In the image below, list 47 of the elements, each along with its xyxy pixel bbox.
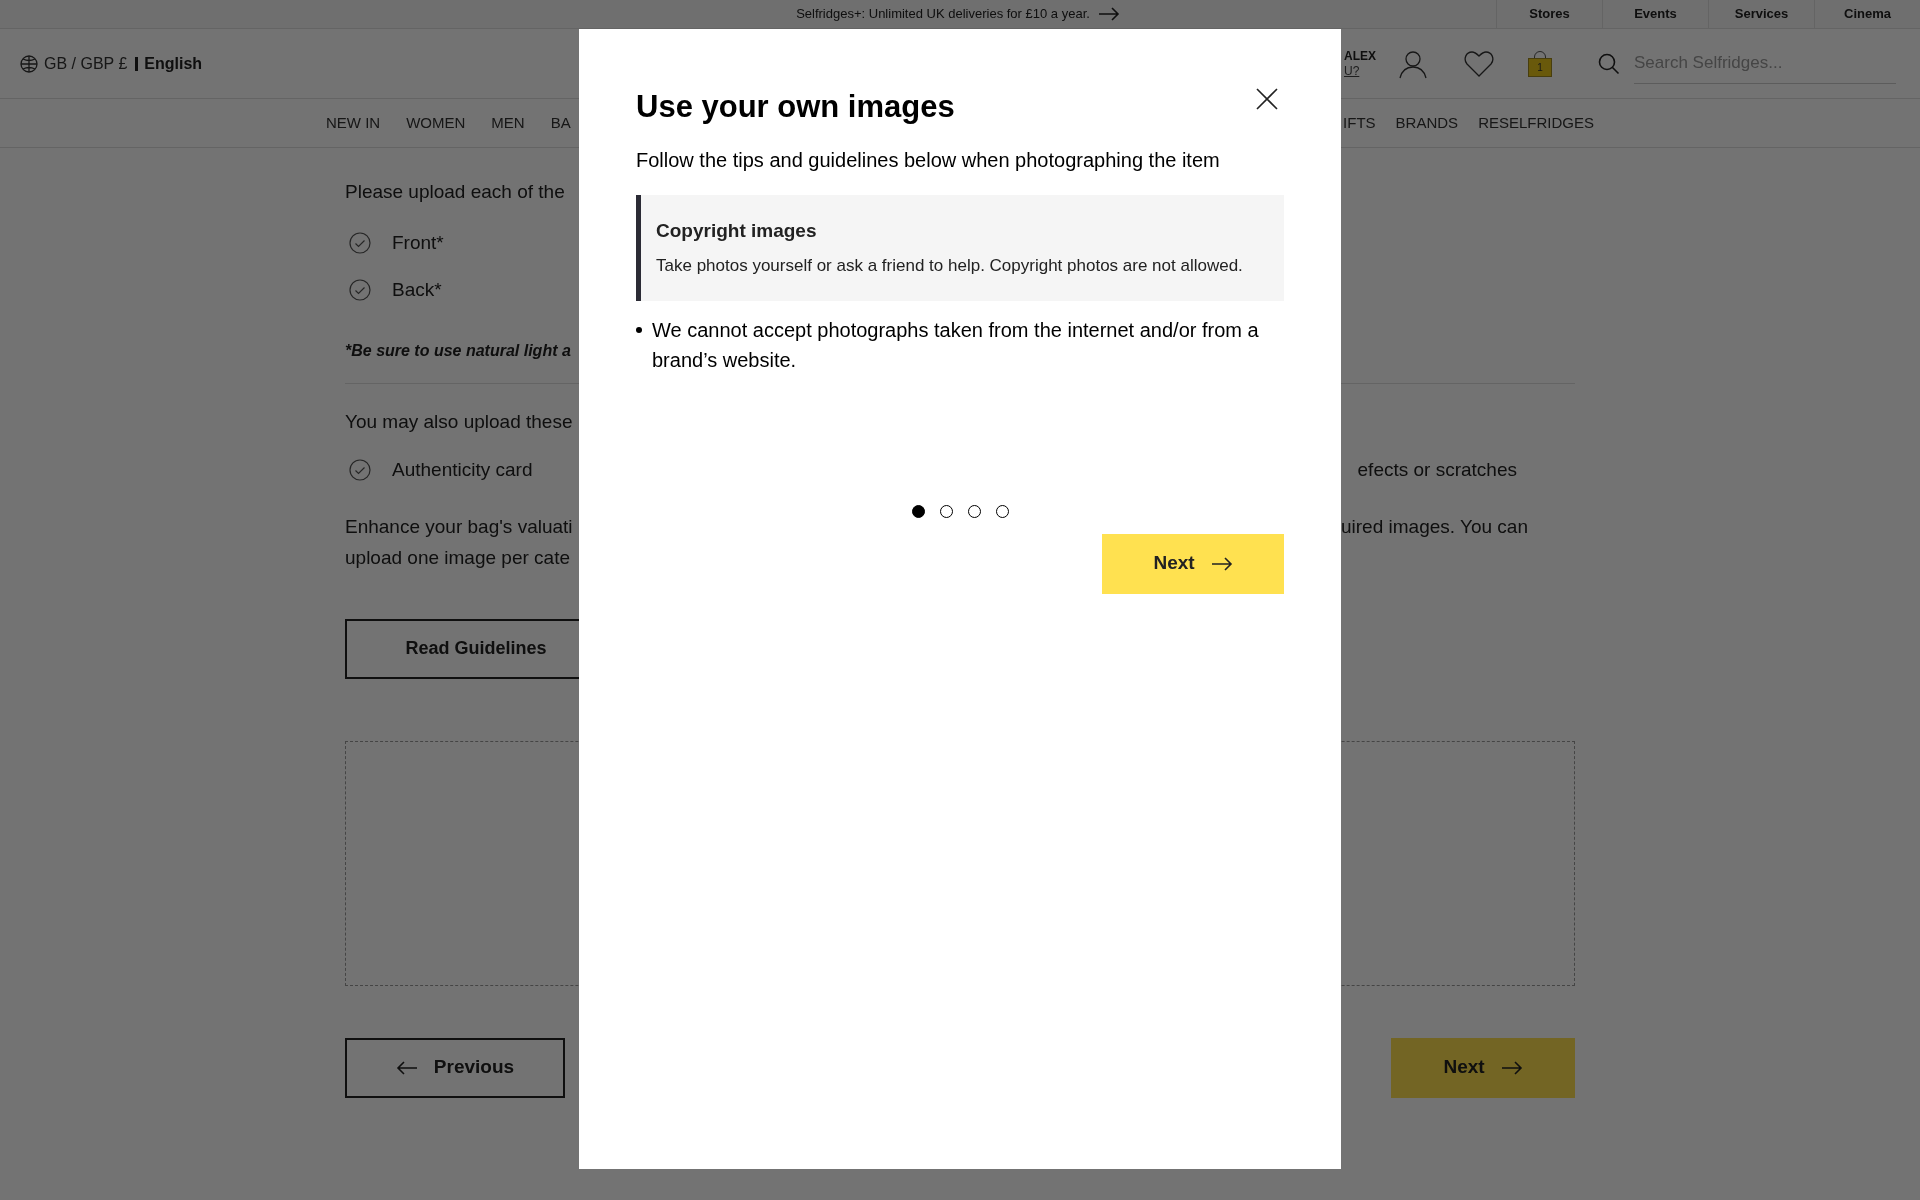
nav-link[interactable]: RESELFRIDGES <box>1478 111 1594 135</box>
top-link[interactable]: Stores <box>1496 0 1602 28</box>
optional-intro-text: You may also upload these <box>345 409 573 434</box>
enhance-text: Enhance your bag's valuati <box>345 514 573 539</box>
nav-link[interactable]: BA <box>550 111 571 135</box>
callout-title: Copyright images <box>656 218 818 243</box>
nav-link[interactable]: NEW IN <box>326 111 381 135</box>
modal-title: Use your own images <box>636 88 955 126</box>
greeting-text: ALEX <box>1344 48 1376 64</box>
heart-icon[interactable] <box>1464 49 1494 78</box>
user-icon[interactable] <box>1398 48 1428 79</box>
nav-link[interactable]: WOMEN <box>406 111 466 135</box>
arrow-right-icon <box>1097 7 1120 21</box>
optional-item: efects or scratches <box>1357 458 1517 482</box>
bag-count: 1 <box>1537 60 1543 75</box>
arrow-right-icon <box>1500 1060 1523 1075</box>
greeting-link[interactable]: U? <box>1344 63 1360 79</box>
arrow-left-icon <box>395 1060 418 1075</box>
intro-text: Please upload each of the <box>345 180 565 204</box>
enhance-text: uired images. You can <box>1341 514 1528 539</box>
check-circle-icon <box>349 231 371 254</box>
promo-text: Selfridges+: Unlimited UK deliveries for £10 a year. <box>796 5 1090 24</box>
enhance-text: upload one image per cate <box>345 545 570 570</box>
bullet-text: We cannot accept photographs taken from the internet and/or from a brand’s website. <box>652 317 1260 373</box>
close-icon[interactable] <box>1256 88 1278 110</box>
check-circle-icon <box>349 459 371 482</box>
nav-link[interactable]: IFTS <box>1343 111 1376 135</box>
check-circle-icon <box>349 279 371 302</box>
nav-link[interactable]: MEN <box>491 111 525 135</box>
previous-button[interactable]: Previous <box>345 1037 565 1098</box>
locale-text[interactable]: GB / GBP £ <box>44 51 128 76</box>
required-item: Front* <box>392 230 444 255</box>
optional-item: Authenticity card <box>392 458 533 482</box>
top-link[interactable]: Events <box>1602 0 1708 28</box>
top-link[interactable]: Services <box>1708 0 1814 28</box>
callout-text: Take photos yourself or ask a friend to help. Copyright photos are not allowed. <box>656 255 1244 277</box>
note-text: *Be sure to use natural light a <box>345 340 571 361</box>
top-link[interactable]: Cinema <box>1814 0 1920 28</box>
arrow-right-icon <box>1210 556 1233 571</box>
nav-link[interactable]: BRANDS <box>1395 111 1459 135</box>
next-button[interactable]: Next <box>1391 1037 1575 1098</box>
modal-next-button[interactable]: Next <box>1102 533 1284 594</box>
modal-subtitle: Follow the tips and guidelines below when photographing the item <box>636 147 1221 173</box>
globe-icon <box>20 54 38 73</box>
language-link[interactable]: English <box>135 56 203 71</box>
search-icon <box>1598 52 1620 75</box>
required-item: Back* <box>392 278 442 302</box>
